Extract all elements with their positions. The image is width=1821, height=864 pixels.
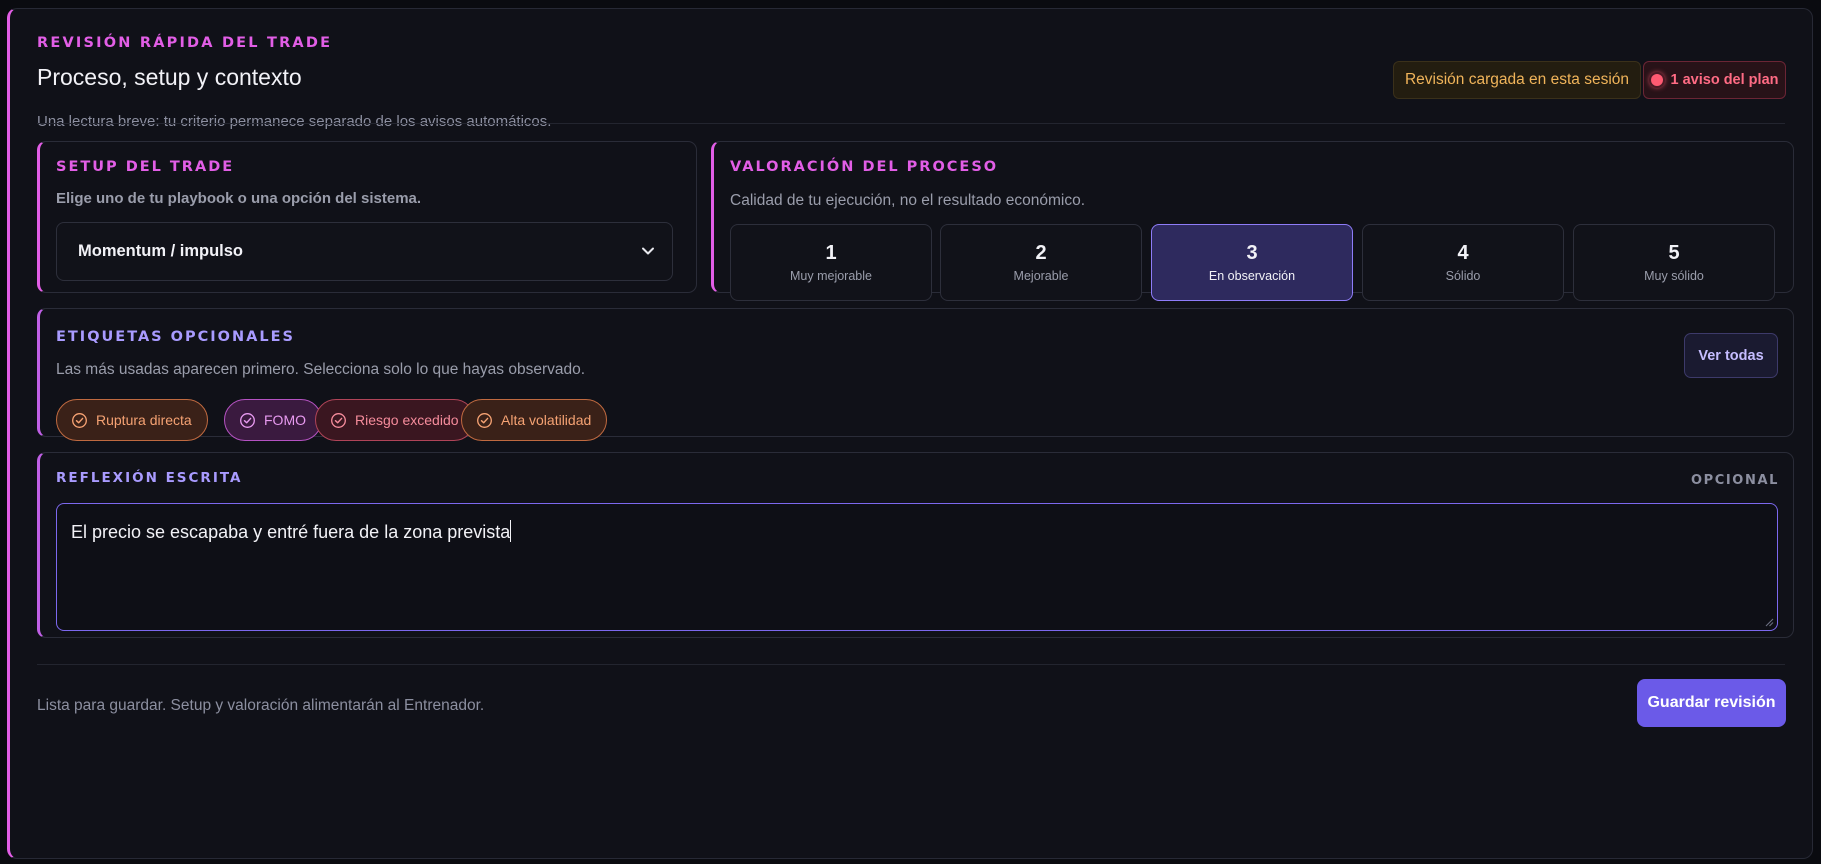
rating-label: En observación bbox=[1208, 269, 1296, 283]
plan-warning-badge[interactable]: 1 aviso del plan bbox=[1643, 61, 1786, 99]
setup-title: SETUP DEL TRADE bbox=[56, 159, 235, 175]
tag-chip[interactable]: FOMO bbox=[224, 399, 322, 441]
tag-chip[interactable]: Alta volatilidad bbox=[461, 399, 608, 441]
optional-label: OPCIONAL bbox=[1690, 473, 1779, 488]
section-eyebrow: REVISIÓN RÁPIDA DEL TRADE bbox=[37, 35, 333, 51]
rating-option-2[interactable]: 2 Mejorable bbox=[940, 224, 1142, 301]
rating-option-3[interactable]: 3 En observación bbox=[1151, 224, 1353, 301]
tags-card: ETIQUETAS OPCIONALES Las más usadas apar… bbox=[37, 308, 1794, 441]
page-subtitle: Una lectura breve: tu criterio permanece… bbox=[37, 113, 552, 130]
process-title: VALORACIÓN DEL PROCESO bbox=[730, 159, 999, 175]
rating-option-4[interactable]: 4 Sólido bbox=[1362, 224, 1564, 301]
header-divider bbox=[37, 123, 1785, 124]
reflection-textarea[interactable]: El precio se escapaba y entré fuera de l… bbox=[56, 503, 1778, 631]
rating-option-5[interactable]: 5 Muy sólido bbox=[1573, 224, 1775, 301]
setup-card: SETUP DEL TRADE Elige uno de tu playbook… bbox=[37, 141, 697, 293]
reflection-title: REFLEXIÓN ESCRITA bbox=[56, 470, 243, 486]
check-circle-icon bbox=[240, 412, 255, 428]
check-circle-icon bbox=[477, 412, 492, 428]
tags-description: Las más usadas aparecen primero. Selecci… bbox=[56, 361, 586, 378]
reflection-card: REFLEXIÓN ESCRITA OPCIONAL El precio se … bbox=[37, 452, 1794, 638]
rating-label: Sólido bbox=[1445, 269, 1481, 283]
rating-option-1[interactable]: 1 Muy mejorable bbox=[730, 224, 932, 301]
tags-title: ETIQUETAS OPCIONALES bbox=[56, 329, 295, 345]
alert-dot-icon bbox=[1650, 74, 1663, 86]
save-review-button[interactable]: Guardar revisión bbox=[1637, 679, 1786, 727]
setup-description: Elige uno de tu playbook o una opción de… bbox=[56, 190, 422, 207]
session-status-badge: Revisión cargada en esta sesión bbox=[1393, 61, 1641, 99]
footer-status-note: Lista para guardar. Setup y valoración a… bbox=[37, 697, 485, 714]
tag-chip[interactable]: Riesgo excedido bbox=[315, 399, 475, 441]
plan-warning-label: 1 aviso del plan bbox=[1670, 72, 1779, 88]
setup-select-value: Momentum / impulso bbox=[78, 242, 243, 260]
resize-grip-icon[interactable] bbox=[1764, 617, 1774, 627]
setup-select[interactable]: Momentum / impulso bbox=[56, 222, 673, 281]
rating-number: 3 bbox=[1246, 242, 1258, 264]
process-description: Calidad de tu ejecución, no el resultado… bbox=[730, 192, 1086, 209]
tag-label: Ruptura directa bbox=[96, 412, 192, 428]
rating-number: 2 bbox=[1035, 242, 1047, 264]
rating-number: 1 bbox=[825, 242, 837, 264]
check-circle-icon bbox=[331, 412, 346, 428]
footer-divider bbox=[37, 664, 1785, 665]
tag-label: Alta volatilidad bbox=[501, 412, 592, 428]
session-status-label: Revisión cargada en esta sesión bbox=[1404, 71, 1630, 88]
rating-number: 4 bbox=[1457, 242, 1469, 264]
reflection-text: El precio se escapaba y entré fuera de l… bbox=[71, 522, 511, 542]
page-title: Proceso, setup y contexto bbox=[37, 64, 302, 90]
rating-label: Muy sólido bbox=[1644, 269, 1704, 283]
tag-label: FOMO bbox=[264, 412, 306, 428]
text-caret bbox=[510, 520, 512, 542]
process-rating-card: VALORACIÓN DEL PROCESO Calidad de tu eje… bbox=[711, 141, 1794, 301]
see-all-tags-button[interactable]: Ver todas bbox=[1684, 333, 1778, 378]
rating-number: 5 bbox=[1668, 242, 1680, 264]
tag-chip[interactable]: Ruptura directa bbox=[56, 399, 208, 441]
rating-label: Mejorable bbox=[1013, 269, 1069, 283]
tag-label: Riesgo excedido bbox=[355, 412, 459, 428]
chevron-down-icon bbox=[642, 247, 654, 255]
trade-review-panel: REVISIÓN RÁPIDA DEL TRADE Proceso, setup… bbox=[7, 8, 1813, 859]
rating-label: Muy mejorable bbox=[790, 269, 872, 283]
check-circle-icon bbox=[72, 412, 87, 428]
